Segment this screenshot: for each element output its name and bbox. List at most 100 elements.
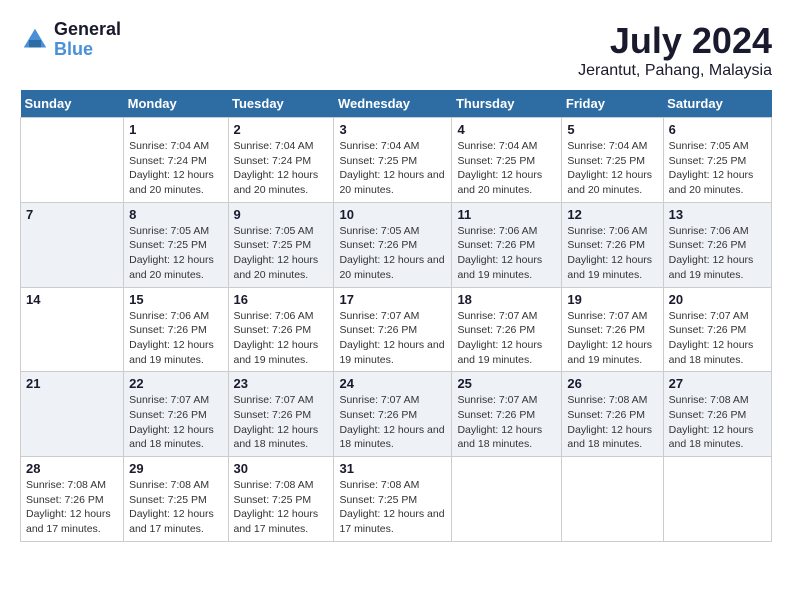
day-cell: 1 Sunrise: 7:04 AM Sunset: 7:24 PM Daylig… bbox=[124, 118, 228, 203]
day-info: Sunrise: 7:08 AM Sunset: 7:26 PM Dayligh… bbox=[567, 393, 657, 452]
col-thursday: Thursday bbox=[452, 90, 562, 118]
day-cell: 16 Sunrise: 7:06 AM Sunset: 7:26 PM Dayli… bbox=[228, 287, 334, 372]
day-cell: 22 Sunrise: 7:07 AM Sunset: 7:26 PM Dayli… bbox=[124, 372, 228, 457]
day-info: Sunrise: 7:07 AM Sunset: 7:26 PM Dayligh… bbox=[129, 393, 222, 452]
day-cell: 7 bbox=[21, 202, 124, 287]
day-number: 1 bbox=[129, 122, 222, 137]
day-number: 28 bbox=[26, 461, 118, 476]
day-number: 13 bbox=[669, 207, 766, 222]
day-info: Sunrise: 7:04 AM Sunset: 7:24 PM Dayligh… bbox=[129, 139, 222, 198]
day-cell: 24 Sunrise: 7:07 AM Sunset: 7:26 PM Dayli… bbox=[334, 372, 452, 457]
day-info: Sunrise: 7:07 AM Sunset: 7:26 PM Dayligh… bbox=[669, 309, 766, 368]
day-number: 23 bbox=[234, 376, 329, 391]
day-number: 19 bbox=[567, 292, 657, 307]
day-cell: 17Sunrise: 7:07 AM Sunset: 7:26 PM Dayli… bbox=[334, 287, 452, 372]
day-number: 22 bbox=[129, 376, 222, 391]
week-row-2: 78 Sunrise: 7:05 AM Sunset: 7:25 PM Dayli… bbox=[21, 202, 772, 287]
col-tuesday: Tuesday bbox=[228, 90, 334, 118]
day-cell: 8 Sunrise: 7:05 AM Sunset: 7:25 PM Daylig… bbox=[124, 202, 228, 287]
day-number: 20 bbox=[669, 292, 766, 307]
day-number: 4 bbox=[457, 122, 556, 137]
col-sunday: Sunday bbox=[21, 90, 124, 118]
day-number: 16 bbox=[234, 292, 329, 307]
day-cell: 9Sunrise: 7:05 AM Sunset: 7:25 PM Daylig… bbox=[228, 202, 334, 287]
calendar-table: Sunday Monday Tuesday Wednesday Thursday… bbox=[20, 90, 772, 542]
day-info: Sunrise: 7:06 AM Sunset: 7:26 PM Dayligh… bbox=[234, 309, 329, 368]
day-number: 15 bbox=[129, 292, 222, 307]
day-cell bbox=[452, 457, 562, 542]
day-number: 5 bbox=[567, 122, 657, 137]
day-cell: 14 bbox=[21, 287, 124, 372]
day-cell: 21 bbox=[21, 372, 124, 457]
day-cell: 27 Sunrise: 7:08 AM Sunset: 7:26 PM Dayli… bbox=[663, 372, 771, 457]
day-info: Sunrise: 7:07 AM Sunset: 7:26 PM Dayligh… bbox=[457, 309, 556, 368]
day-cell: 12Sunrise: 7:06 AM Sunset: 7:26 PM Dayli… bbox=[562, 202, 663, 287]
day-info: Sunrise: 7:07 AM Sunset: 7:26 PM Dayligh… bbox=[339, 309, 446, 368]
day-number: 11 bbox=[457, 207, 556, 222]
day-cell: 30Sunrise: 7:08 AM Sunset: 7:25 PM Dayli… bbox=[228, 457, 334, 542]
day-info: Sunrise: 7:04 AM Sunset: 7:24 PM Dayligh… bbox=[234, 139, 329, 198]
day-number: 8 bbox=[129, 207, 222, 222]
day-info: Sunrise: 7:05 AM Sunset: 7:25 PM Dayligh… bbox=[234, 224, 329, 283]
page-header: GeneralBlue July 2024 Jerantut, Pahang, … bbox=[20, 20, 772, 80]
day-info: Sunrise: 7:04 AM Sunset: 7:25 PM Dayligh… bbox=[457, 139, 556, 198]
day-cell: 29 Sunrise: 7:08 AM Sunset: 7:25 PM Dayli… bbox=[124, 457, 228, 542]
day-cell bbox=[21, 118, 124, 203]
day-number: 29 bbox=[129, 461, 222, 476]
day-info: Sunrise: 7:06 AM Sunset: 7:26 PM Dayligh… bbox=[669, 224, 766, 283]
day-info: Sunrise: 7:05 AM Sunset: 7:25 PM Dayligh… bbox=[669, 139, 766, 198]
day-number: 2 bbox=[234, 122, 329, 137]
week-row-3: 14 15 Sunrise: 7:06 AM Sunset: 7:26 PM Day… bbox=[21, 287, 772, 372]
day-info: Sunrise: 7:06 AM Sunset: 7:26 PM Dayligh… bbox=[567, 224, 657, 283]
week-row-1: 1 Sunrise: 7:04 AM Sunset: 7:24 PM Daylig… bbox=[21, 118, 772, 203]
month-title: July 2024 bbox=[578, 20, 772, 62]
day-number: 26 bbox=[567, 376, 657, 391]
day-number: 3 bbox=[339, 122, 446, 137]
col-wednesday: Wednesday bbox=[334, 90, 452, 118]
col-monday: Monday bbox=[124, 90, 228, 118]
title-block: July 2024 Jerantut, Pahang, Malaysia bbox=[578, 20, 772, 80]
day-cell: 23 Sunrise: 7:07 AM Sunset: 7:26 PM Dayli… bbox=[228, 372, 334, 457]
day-number: 27 bbox=[669, 376, 766, 391]
logo-icon bbox=[20, 25, 50, 55]
day-cell: 20 Sunrise: 7:07 AM Sunset: 7:26 PM Dayli… bbox=[663, 287, 771, 372]
day-cell: 3 Sunrise: 7:04 AM Sunset: 7:25 PM Daylig… bbox=[334, 118, 452, 203]
day-info: Sunrise: 7:05 AM Sunset: 7:26 PM Dayligh… bbox=[339, 224, 446, 283]
day-cell: 31Sunrise: 7:08 AM Sunset: 7:25 PM Dayli… bbox=[334, 457, 452, 542]
day-cell bbox=[562, 457, 663, 542]
day-cell: 19 Sunrise: 7:07 AM Sunset: 7:26 PM Dayli… bbox=[562, 287, 663, 372]
day-number: 6 bbox=[669, 122, 766, 137]
day-number: 25 bbox=[457, 376, 556, 391]
day-number: 10 bbox=[339, 207, 446, 222]
day-cell: 25 Sunrise: 7:07 AM Sunset: 7:26 PM Dayli… bbox=[452, 372, 562, 457]
day-info: Sunrise: 7:08 AM Sunset: 7:26 PM Dayligh… bbox=[669, 393, 766, 452]
day-info: Sunrise: 7:06 AM Sunset: 7:26 PM Dayligh… bbox=[129, 309, 222, 368]
col-saturday: Saturday bbox=[663, 90, 771, 118]
header-row: Sunday Monday Tuesday Wednesday Thursday… bbox=[21, 90, 772, 118]
day-info: Sunrise: 7:08 AM Sunset: 7:26 PM Dayligh… bbox=[26, 478, 118, 537]
day-number: 7 bbox=[26, 207, 118, 222]
day-info: Sunrise: 7:07 AM Sunset: 7:26 PM Dayligh… bbox=[457, 393, 556, 452]
day-cell: 6 Sunrise: 7:05 AM Sunset: 7:25 PM Daylig… bbox=[663, 118, 771, 203]
day-info: Sunrise: 7:05 AM Sunset: 7:25 PM Dayligh… bbox=[129, 224, 222, 283]
week-row-4: 21 22 Sunrise: 7:07 AM Sunset: 7:26 PM Day… bbox=[21, 372, 772, 457]
day-number: 24 bbox=[339, 376, 446, 391]
day-cell: 4 Sunrise: 7:04 AM Sunset: 7:25 PM Daylig… bbox=[452, 118, 562, 203]
day-number: 14 bbox=[26, 292, 118, 307]
logo: GeneralBlue bbox=[20, 20, 121, 60]
day-cell: 13 Sunrise: 7:06 AM Sunset: 7:26 PM Dayli… bbox=[663, 202, 771, 287]
day-cell: 18Sunrise: 7:07 AM Sunset: 7:26 PM Dayli… bbox=[452, 287, 562, 372]
day-info: Sunrise: 7:07 AM Sunset: 7:26 PM Dayligh… bbox=[567, 309, 657, 368]
day-info: Sunrise: 7:08 AM Sunset: 7:25 PM Dayligh… bbox=[234, 478, 329, 537]
day-info: Sunrise: 7:08 AM Sunset: 7:25 PM Dayligh… bbox=[129, 478, 222, 537]
day-cell: 28 Sunrise: 7:08 AM Sunset: 7:26 PM Dayli… bbox=[21, 457, 124, 542]
day-cell: 11Sunrise: 7:06 AM Sunset: 7:26 PM Dayli… bbox=[452, 202, 562, 287]
day-cell: 26 Sunrise: 7:08 AM Sunset: 7:26 PM Dayli… bbox=[562, 372, 663, 457]
day-info: Sunrise: 7:08 AM Sunset: 7:25 PM Dayligh… bbox=[339, 478, 446, 537]
day-info: Sunrise: 7:04 AM Sunset: 7:25 PM Dayligh… bbox=[339, 139, 446, 198]
day-info: Sunrise: 7:07 AM Sunset: 7:26 PM Dayligh… bbox=[339, 393, 446, 452]
day-info: Sunrise: 7:07 AM Sunset: 7:26 PM Dayligh… bbox=[234, 393, 329, 452]
location-title: Jerantut, Pahang, Malaysia bbox=[578, 62, 772, 80]
day-number: 21 bbox=[26, 376, 118, 391]
day-cell: 15 Sunrise: 7:06 AM Sunset: 7:26 PM Dayli… bbox=[124, 287, 228, 372]
